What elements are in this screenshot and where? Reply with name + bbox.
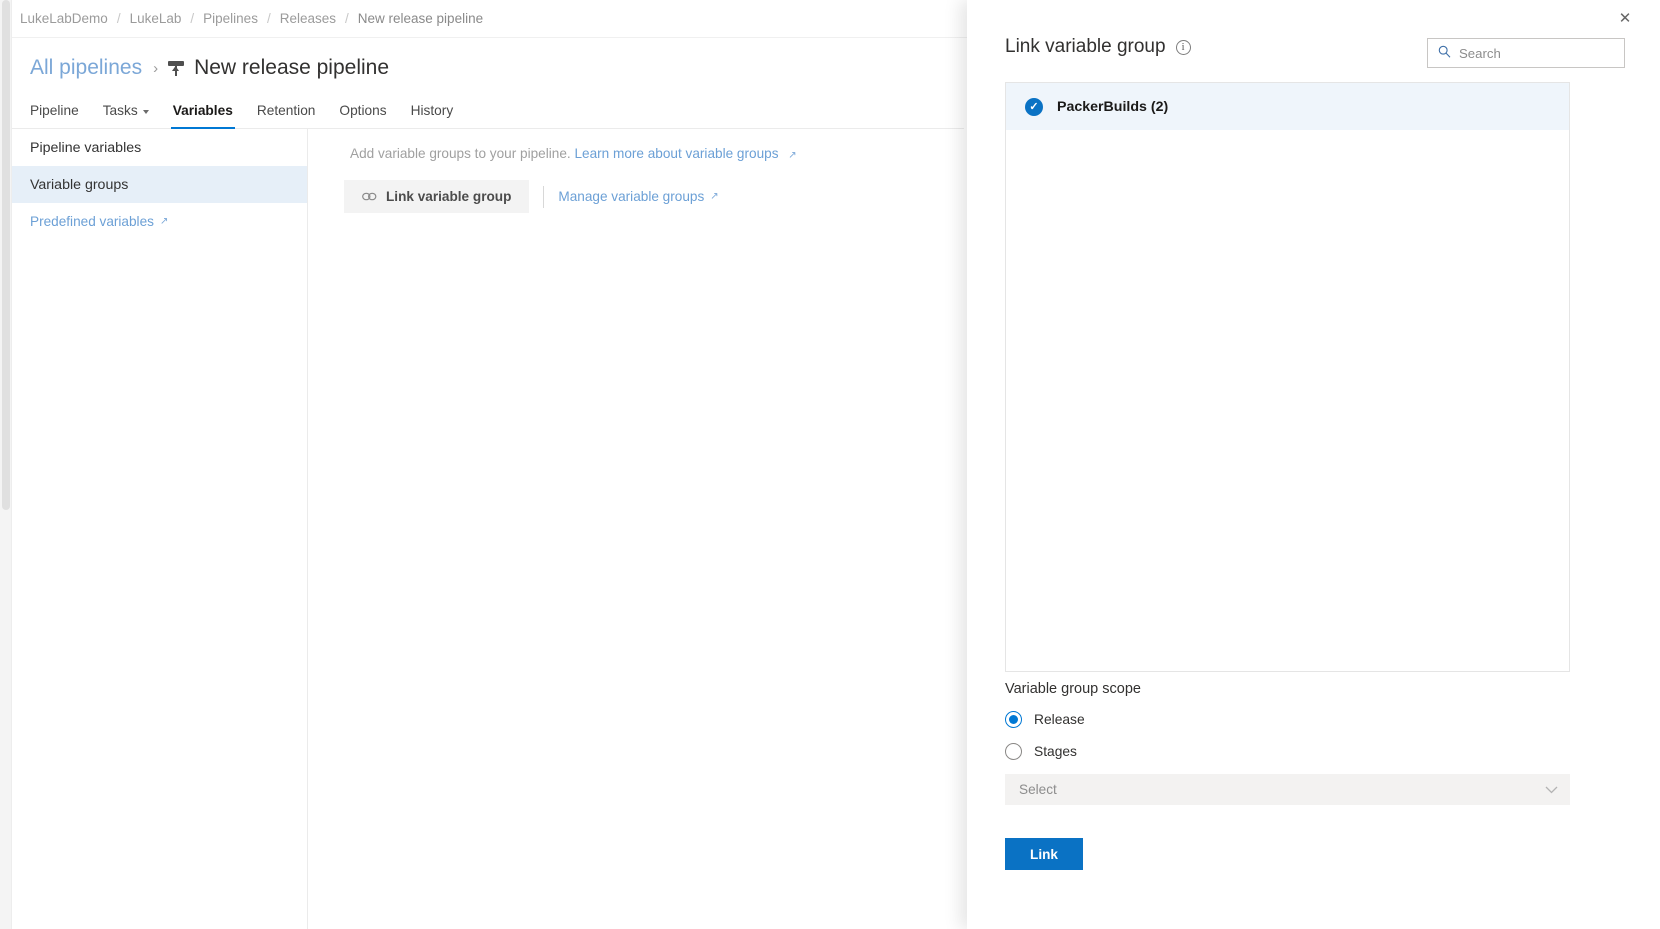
- link-variable-group-label: Link variable group: [386, 189, 512, 204]
- search-icon: [1438, 45, 1451, 61]
- tab-pipeline[interactable]: Pipeline: [30, 103, 91, 128]
- tab-tasks[interactable]: Tasks: [91, 103, 161, 128]
- main-content: Add variable groups to your pipeline. Le…: [309, 129, 967, 929]
- panel-header: Link variable group i: [1005, 36, 1191, 58]
- scope-section-label: Variable group scope: [1005, 681, 1141, 697]
- breadcrumb-item-releases[interactable]: Releases: [280, 11, 336, 26]
- sidebar-item-label: Predefined variables: [30, 214, 154, 229]
- external-link-icon: ↗: [710, 191, 719, 202]
- variable-group-list[interactable]: ✓ PackerBuilds (2): [1005, 82, 1570, 672]
- breadcrumb-item-pipelines[interactable]: Pipelines: [203, 11, 258, 26]
- radio-option-stages[interactable]: Stages: [1005, 743, 1077, 760]
- link-variable-group-panel: ✕ Link variable group i ✓ PackerBuilds (…: [967, 0, 1660, 929]
- hint-text: Add variable groups to your pipeline.: [350, 146, 571, 161]
- list-item[interactable]: ✓ PackerBuilds (2): [1006, 83, 1569, 130]
- tab-options-label: Options: [339, 103, 387, 118]
- tab-retention-label: Retention: [256, 103, 316, 118]
- tab-tasks-label: Tasks: [102, 103, 138, 118]
- checkmark-icon: ✓: [1025, 97, 1043, 116]
- radio-stages-label: Stages: [1034, 744, 1077, 759]
- close-icon[interactable]: ✕: [1614, 7, 1636, 29]
- action-divider: [543, 185, 545, 208]
- chevron-right-icon: ›: [153, 59, 159, 77]
- info-icon[interactable]: i: [1175, 39, 1191, 55]
- tab-history[interactable]: History: [399, 103, 466, 128]
- page-scrollbar[interactable]: [0, 0, 12, 929]
- stages-select[interactable]: Select: [1005, 774, 1570, 805]
- breadcrumb-separator: /: [190, 11, 195, 26]
- all-pipelines-link[interactable]: All pipelines: [30, 56, 142, 80]
- search-input[interactable]: [1459, 45, 1609, 61]
- panel-title: Link variable group: [1005, 36, 1166, 57]
- radio-option-release[interactable]: Release: [1005, 711, 1085, 728]
- breadcrumb-item-project[interactable]: LukeLab: [130, 11, 182, 26]
- breadcrumb-item-org[interactable]: LukeLabDemo: [20, 11, 108, 26]
- sidebar-item-pipeline-variables[interactable]: Pipeline variables: [12, 129, 307, 166]
- chevron-down-icon: [1545, 783, 1558, 797]
- link-variable-group-button[interactable]: Link variable group: [344, 180, 530, 213]
- arrow-up-glyph: [172, 66, 180, 71]
- manage-variable-groups-link[interactable]: Manage variable groups: [558, 189, 704, 204]
- tab-options[interactable]: Options: [327, 103, 398, 128]
- breadcrumb-item-current[interactable]: New release pipeline: [358, 11, 483, 26]
- app-root: LukeLabDemo / LukeLab / Pipelines / Rele…: [0, 0, 1660, 929]
- variable-group-name: PackerBuilds (2): [1057, 98, 1169, 115]
- page-title: New release pipeline: [194, 56, 390, 79]
- tab-variables-label: Variables: [172, 103, 233, 118]
- stages-select-placeholder: Select: [1019, 782, 1057, 797]
- tab-bar: Pipeline Tasks Variables Retention Optio…: [12, 95, 964, 129]
- tab-history-label: History: [410, 103, 454, 118]
- search-box[interactable]: [1427, 38, 1625, 68]
- chain-link-icon: [362, 189, 377, 205]
- external-link-icon: ↗: [788, 150, 797, 161]
- link-submit-button[interactable]: Link: [1005, 838, 1083, 870]
- chevron-down-glyph: [1545, 786, 1558, 793]
- tab-variables[interactable]: Variables: [161, 103, 245, 129]
- tab-pipeline-label: Pipeline: [30, 103, 79, 118]
- variable-groups-actions: Link variable group Manage variable grou…: [344, 180, 967, 213]
- variable-groups-hint: Add variable groups to your pipeline. Le…: [309, 129, 967, 161]
- breadcrumb-separator: /: [345, 11, 349, 26]
- sidebar-item-variable-groups[interactable]: Variable groups: [12, 166, 307, 203]
- learn-more-link[interactable]: Learn more about variable groups: [574, 146, 778, 161]
- radio-release-icon[interactable]: [1005, 711, 1022, 728]
- external-link-icon: ↗: [159, 216, 169, 227]
- breadcrumb-separator: /: [266, 11, 271, 26]
- page-scrollbar-thumb[interactable]: [2, 0, 10, 510]
- sidebar-item-label: Variable groups: [30, 176, 129, 193]
- radio-release-label: Release: [1034, 712, 1085, 727]
- variables-sidebar: Pipeline variables Variable groups Prede…: [12, 129, 308, 929]
- sidebar-item-predefined-variables[interactable]: Predefined variables ↗: [12, 203, 307, 240]
- radio-stages-icon[interactable]: [1005, 743, 1022, 760]
- chain-link-glyph: [362, 192, 377, 200]
- search-glyph: [1438, 45, 1451, 58]
- release-pipeline-icon: [167, 59, 185, 77]
- chevron-down-icon: [142, 109, 149, 114]
- breadcrumb-separator: /: [116, 11, 121, 26]
- sidebar-item-label: Pipeline variables: [30, 139, 142, 156]
- tab-retention[interactable]: Retention: [245, 103, 328, 128]
